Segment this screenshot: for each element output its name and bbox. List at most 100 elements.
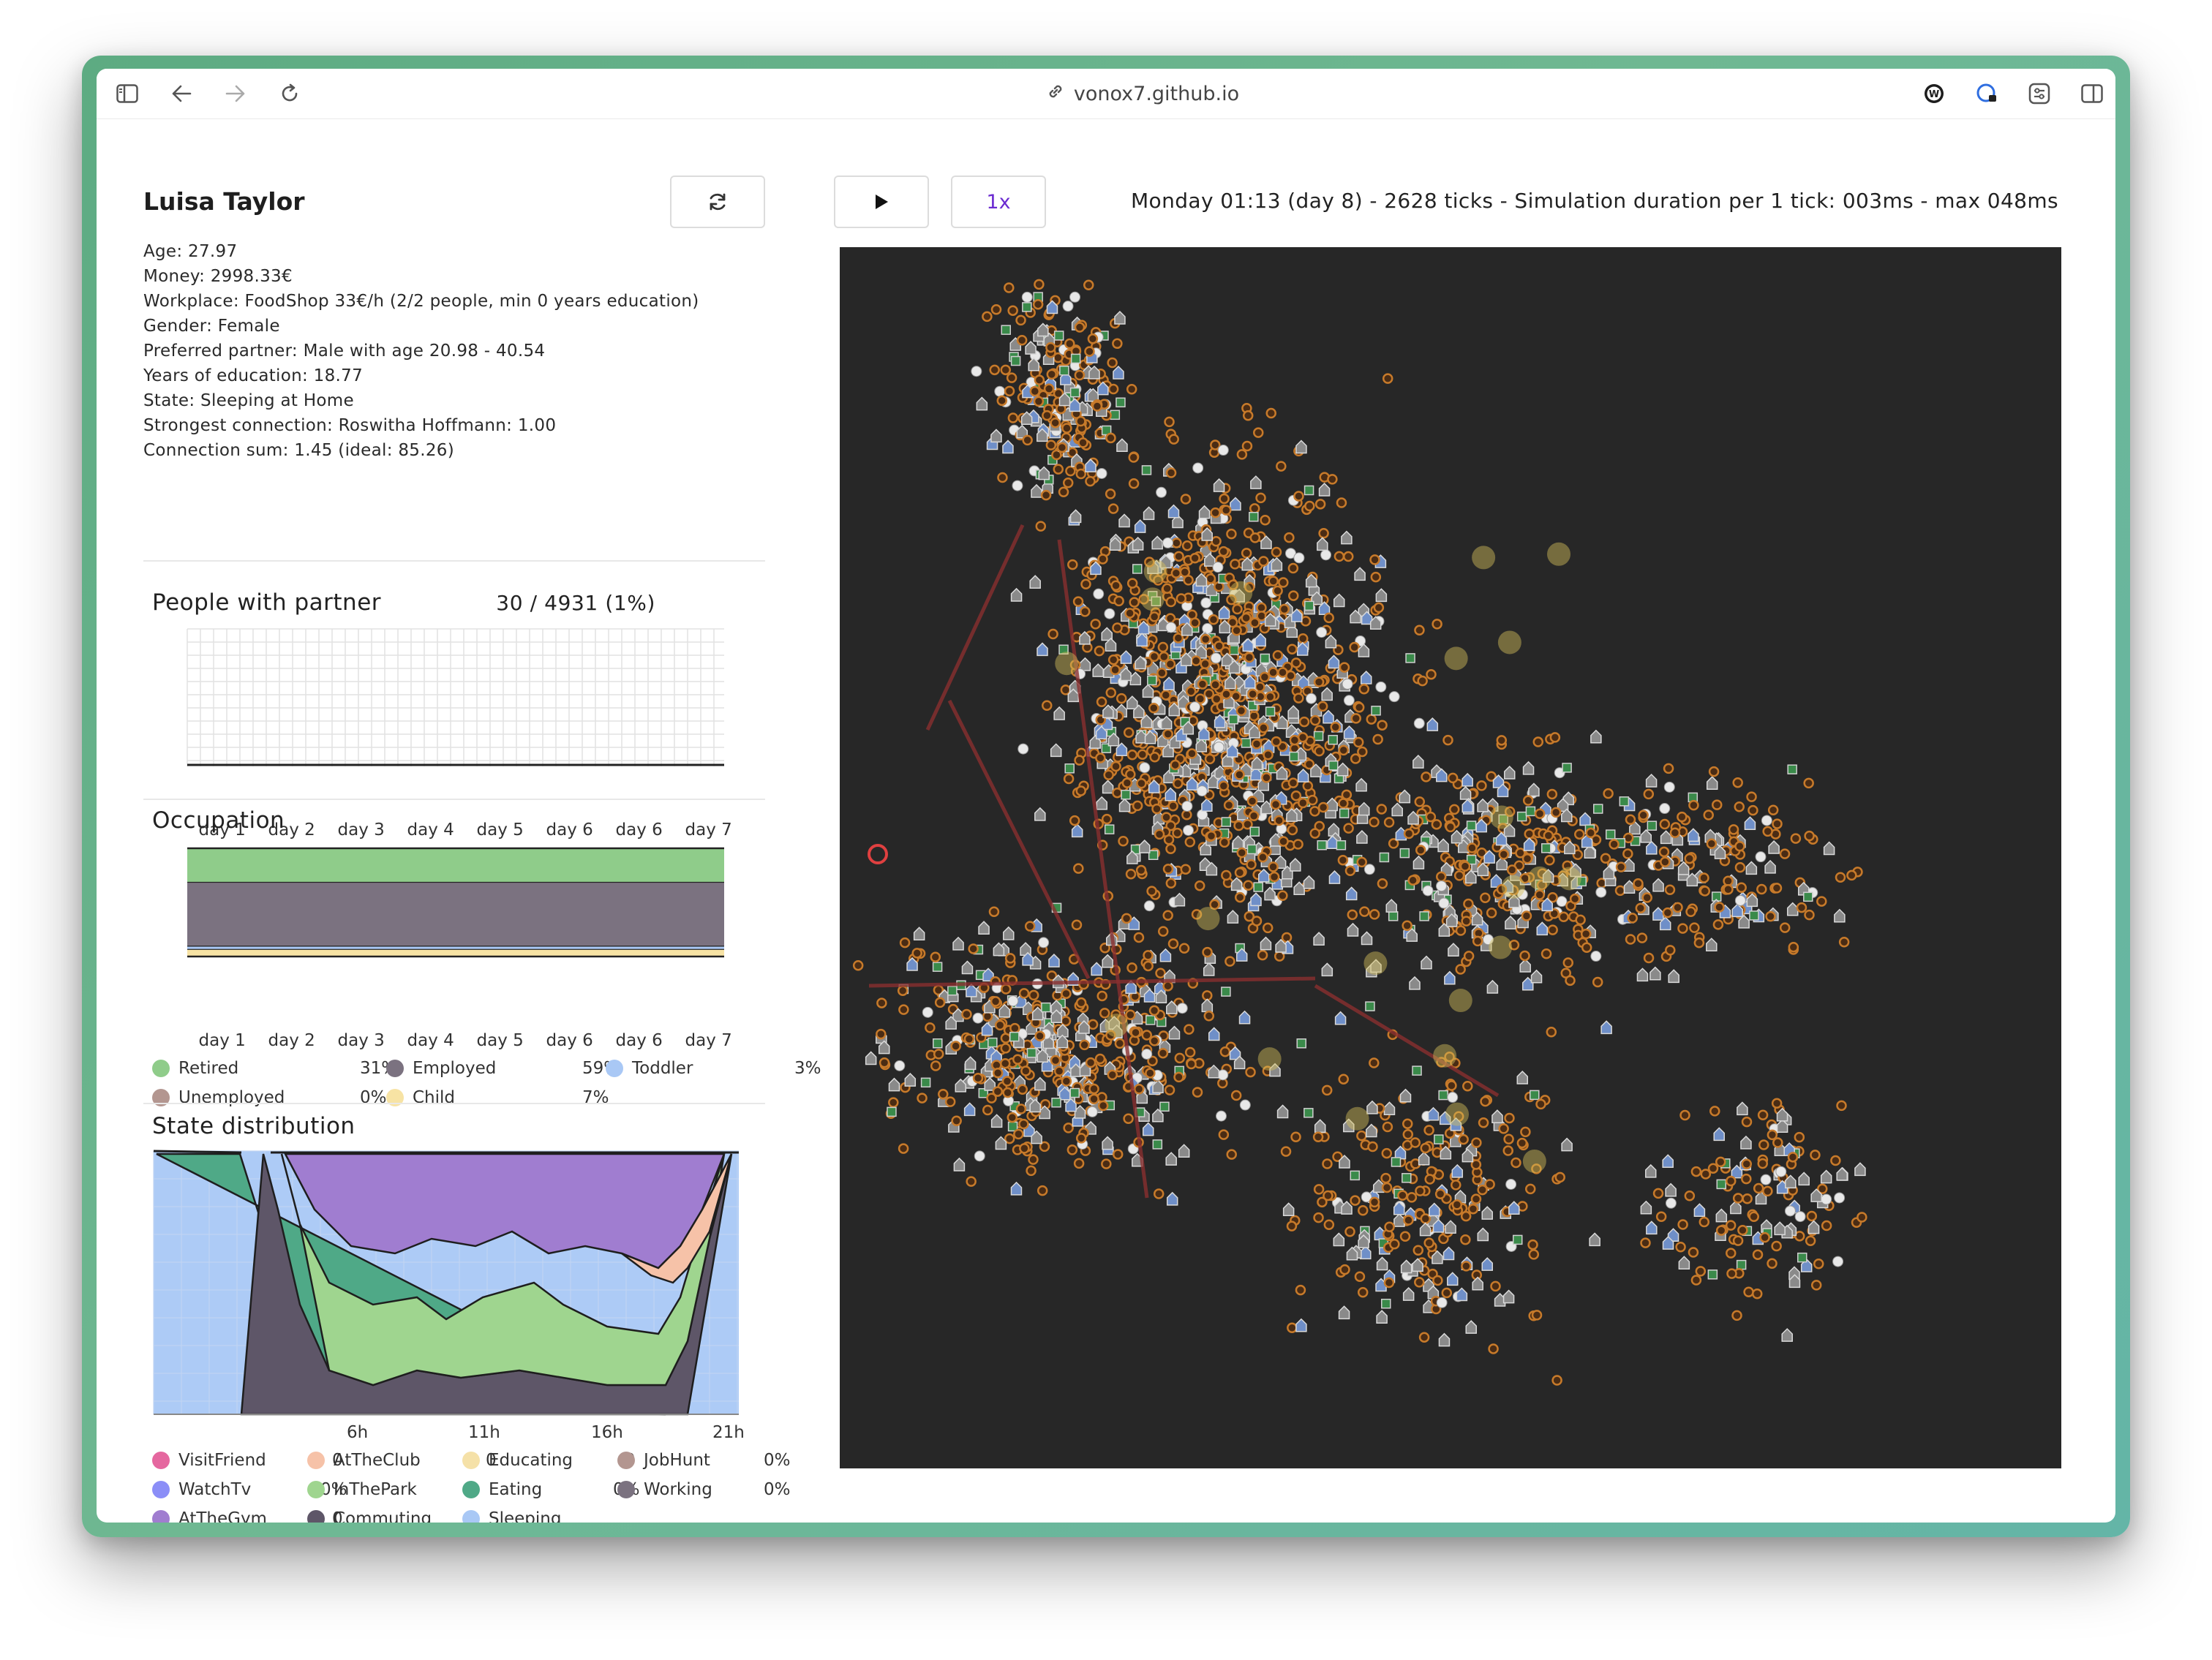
person-marker: [1703, 810, 1714, 820]
house-marker: [1287, 705, 1299, 719]
extension-sliders-icon[interactable]: [2023, 78, 2055, 110]
legend-item[interactable]: Unemployed: [152, 1088, 285, 1107]
house-marker: [1462, 772, 1473, 787]
person-marker: [930, 1060, 941, 1071]
venue-marker: [1342, 678, 1353, 690]
person-marker: [1726, 1248, 1737, 1259]
person-marker: [1339, 1264, 1350, 1275]
workplace-marker: [1797, 1252, 1807, 1263]
state-distribution-chart: [153, 1150, 739, 1416]
legend-item[interactable]: Sleeping: [462, 1509, 561, 1523]
person-marker: [1074, 369, 1086, 381]
person-marker: [1477, 1184, 1488, 1196]
password-manager-icon[interactable]: [1971, 78, 2003, 110]
house-marker: [976, 396, 988, 411]
workplace-marker: [1026, 1048, 1037, 1058]
person-marker: [1804, 830, 1815, 842]
simulation-map[interactable]: [840, 247, 2061, 1468]
refresh-person-button[interactable]: [670, 176, 765, 228]
house-marker: [1198, 505, 1211, 519]
back-arrow-icon[interactable]: [165, 78, 198, 110]
legend-label: Child: [413, 1088, 456, 1107]
venue-marker: [1213, 742, 1224, 753]
reload-icon[interactable]: [274, 78, 306, 110]
house-marker: [1737, 1101, 1748, 1116]
person-marker: [1097, 1100, 1109, 1112]
person-marker: [1423, 1237, 1434, 1248]
person-marker: [1846, 869, 1857, 881]
person-marker: [1148, 611, 1160, 622]
sidebar-toggle-icon[interactable]: [111, 78, 143, 110]
workplace-marker: [1419, 911, 1429, 921]
legend-item[interactable]: AtTheClub: [307, 1451, 421, 1470]
person-marker: [1167, 801, 1178, 812]
person-marker: [1753, 1182, 1764, 1194]
legend-item[interactable]: AtTheGym: [152, 1509, 267, 1523]
person-marker: [1520, 1126, 1531, 1138]
workplace-marker: [1041, 1002, 1051, 1013]
person-marker: [898, 1004, 909, 1015]
person-marker: [1756, 883, 1767, 895]
person-marker: [1080, 578, 1091, 590]
extension-w-icon[interactable]: W: [1918, 78, 1950, 110]
person-marker: [1233, 820, 1244, 831]
legend-item[interactable]: WatchTv: [152, 1480, 251, 1499]
person-marker: [1431, 819, 1442, 830]
split-view-icon[interactable]: [2076, 78, 2108, 110]
person-marker: [1524, 1183, 1536, 1195]
speed-button[interactable]: 1x: [951, 176, 1046, 228]
legend-item[interactable]: Child: [386, 1088, 455, 1107]
person-marker: [1236, 847, 1247, 859]
person-marker: [1050, 417, 1061, 429]
workplace-marker: [1069, 1087, 1080, 1098]
person-marker: [1107, 654, 1119, 665]
house-marker: [904, 1073, 917, 1087]
venue-marker: [922, 1006, 933, 1018]
house-marker: [1290, 857, 1301, 872]
house-marker: [1333, 1232, 1345, 1247]
legend-item[interactable]: Working: [617, 1480, 712, 1499]
person-marker: [1640, 1237, 1651, 1248]
legend-item[interactable]: JobHunt: [617, 1451, 710, 1470]
person-marker: [1223, 799, 1235, 811]
legend-item[interactable]: InThePark: [307, 1480, 417, 1499]
play-button[interactable]: [834, 176, 929, 228]
person-marker: [1534, 889, 1546, 900]
person-marker: [1558, 911, 1569, 922]
house-marker: [1201, 998, 1214, 1013]
legend-item[interactable]: Educating: [462, 1451, 573, 1470]
person-marker: [1625, 814, 1636, 826]
person-marker: [1261, 772, 1272, 783]
legend-swatch: [307, 1481, 325, 1498]
legend-item[interactable]: Eating: [462, 1480, 542, 1499]
person-marker: [1094, 1053, 1106, 1065]
person-marker: [1016, 334, 1028, 346]
house-marker: [1151, 535, 1163, 550]
venue-marker: [1436, 1297, 1448, 1308]
legend-item[interactable]: Commuting: [307, 1509, 432, 1523]
person-marker: [1357, 746, 1368, 758]
person-marker: [1181, 809, 1192, 820]
person-marker: [1498, 849, 1510, 860]
person-marker: [1007, 1112, 1018, 1123]
legend-item[interactable]: Employed: [386, 1059, 496, 1078]
highlight-marker: [1444, 646, 1468, 671]
person-marker: [1503, 1133, 1514, 1145]
person-marker: [1804, 909, 1815, 921]
x-tick-label: day 4: [407, 1031, 454, 1050]
house-marker: [1360, 670, 1372, 684]
person-marker: [1478, 1117, 1489, 1128]
legend-item[interactable]: Toddler: [606, 1059, 693, 1078]
workplace-marker: [1379, 852, 1390, 863]
forward-arrow-icon[interactable]: [219, 78, 252, 110]
legend-label: Unemployed: [178, 1088, 285, 1107]
person-marker: [1480, 1095, 1491, 1107]
legend-item[interactable]: VisitFriend: [152, 1451, 266, 1470]
person-marker: [1322, 1158, 1333, 1169]
legend-item[interactable]: Retired: [152, 1059, 238, 1078]
venue-marker: [1761, 815, 1772, 826]
person-marker: [1420, 1142, 1431, 1154]
person-marker: [1221, 505, 1232, 516]
highlight-marker: [1448, 989, 1472, 1013]
address-bar[interactable]: vonox7.github.io: [989, 79, 1296, 108]
